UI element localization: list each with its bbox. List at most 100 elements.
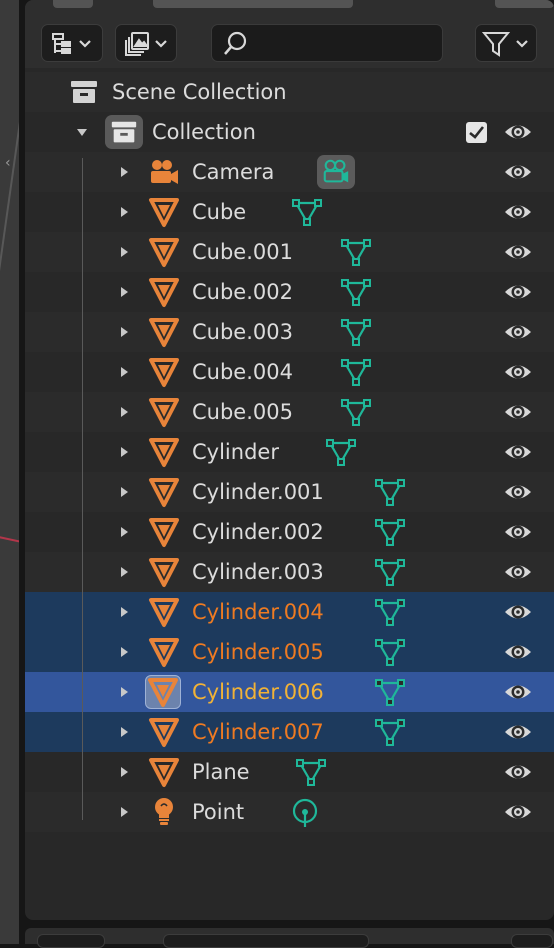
outliner-item-label: Cylinder — [192, 440, 279, 464]
mesh-data-icon[interactable] — [341, 358, 371, 392]
disclosure-collapsed-icon[interactable] — [117, 203, 131, 221]
eye-icon[interactable] — [503, 600, 533, 624]
disclosure-collapsed-icon[interactable] — [117, 643, 131, 661]
mesh-data-icon[interactable] — [296, 758, 326, 792]
exclude-checkbox[interactable] — [466, 122, 487, 143]
outliner-display-mode-icon — [52, 33, 91, 54]
eye-icon[interactable] — [503, 760, 533, 784]
eye-icon[interactable] — [503, 480, 533, 504]
footer-button[interactable] — [511, 934, 553, 948]
scene-collection-row[interactable]: Scene Collection — [25, 72, 554, 112]
eye-icon[interactable] — [503, 520, 533, 544]
filter-dropdown[interactable] — [475, 24, 537, 62]
eye-icon[interactable] — [503, 280, 533, 304]
editor-type-button[interactable] — [37, 934, 105, 948]
display-mode-dropdown[interactable] — [41, 24, 103, 62]
mesh-data-icon[interactable] — [375, 518, 405, 552]
mesh-data-icon[interactable] — [341, 238, 371, 272]
disclosure-collapsed-icon[interactable] — [117, 443, 131, 461]
disclosure-collapsed-icon[interactable] — [117, 723, 131, 741]
mesh-data-icon[interactable] — [341, 318, 371, 352]
mesh-data-icon[interactable] — [375, 678, 405, 712]
outliner-header — [25, 0, 554, 68]
outliner-item-label: Cylinder.003 — [192, 560, 324, 584]
outliner-item-label: Cylinder.004 — [192, 600, 324, 624]
eye-icon[interactable] — [503, 400, 533, 424]
outliner-item-row[interactable]: Cylinder.002 — [25, 512, 554, 552]
mesh-data-icon[interactable] — [375, 638, 405, 672]
mesh-data-icon[interactable] — [326, 438, 356, 472]
outliner-item-row[interactable]: Cube.004 — [25, 352, 554, 392]
disclosure-collapsed-icon[interactable] — [117, 483, 131, 501]
outliner-item-row[interactable]: Cylinder.005 — [25, 632, 554, 672]
disclosure-expanded-icon[interactable] — [75, 123, 89, 141]
chevron-left-icon[interactable]: ‹ — [5, 152, 17, 174]
eye-icon[interactable] — [503, 360, 533, 384]
footer-field[interactable] — [163, 934, 369, 948]
outliner-item-row[interactable]: Cylinder.004 — [25, 592, 554, 632]
mesh-data-icon[interactable] — [375, 558, 405, 592]
outliner-item-row[interactable]: Cylinder.007 — [25, 712, 554, 752]
outliner-item-row[interactable]: Cube — [25, 192, 554, 232]
disclosure-collapsed-icon[interactable] — [117, 563, 131, 581]
mesh-data-icon[interactable] — [375, 718, 405, 752]
mesh-object-icon — [148, 396, 180, 428]
outliner-item-label: Plane — [192, 760, 250, 784]
eye-icon[interactable] — [503, 680, 533, 704]
view-layer-dropdown[interactable] — [115, 24, 177, 62]
camera-data-icon[interactable] — [317, 155, 355, 192]
outliner-item-row[interactable]: Camera — [25, 152, 554, 192]
eye-icon[interactable] — [503, 640, 533, 664]
eye-icon[interactable] — [503, 320, 533, 344]
outliner-item-row[interactable]: Plane — [25, 752, 554, 792]
outliner-item-label: Cylinder.001 — [192, 480, 324, 504]
outliner-item-row[interactable]: Cylinder.001 — [25, 472, 554, 512]
eye-icon[interactable] — [503, 440, 533, 464]
disclosure-collapsed-icon[interactable] — [117, 323, 131, 341]
mesh-data-icon[interactable] — [375, 478, 405, 512]
disclosure-collapsed-icon[interactable] — [117, 163, 131, 181]
outliner-item-label: Cube.004 — [192, 360, 293, 384]
mesh-data-icon[interactable] — [341, 398, 371, 432]
disclosure-collapsed-icon[interactable] — [117, 243, 131, 261]
outliner-item-row[interactable]: Cylinder.006 — [25, 672, 554, 712]
outliner-item-label: Cube.003 — [192, 320, 293, 344]
mesh-data-icon[interactable] — [341, 278, 371, 312]
eye-icon[interactable] — [503, 800, 533, 824]
collection-icon — [111, 121, 137, 143]
outliner-item-row[interactable]: Cube.001 — [25, 232, 554, 272]
eye-icon[interactable] — [503, 720, 533, 744]
disclosure-collapsed-icon[interactable] — [117, 403, 131, 421]
camera-object-icon — [148, 156, 180, 188]
disclosure-collapsed-icon[interactable] — [117, 283, 131, 301]
outliner-item-row[interactable]: Cube.005 — [25, 392, 554, 432]
search-field[interactable] — [211, 24, 443, 62]
disclosure-collapsed-icon[interactable] — [117, 763, 131, 781]
outliner-item-row[interactable]: Point — [25, 792, 554, 832]
outliner-item-row[interactable]: Cylinder.003 — [25, 552, 554, 592]
collection-row[interactable]: Collection — [25, 112, 554, 152]
disclosure-collapsed-icon[interactable] — [117, 803, 131, 821]
light-data-icon[interactable] — [290, 798, 320, 832]
eye-icon[interactable] — [503, 560, 533, 584]
disclosure-collapsed-icon[interactable] — [117, 363, 131, 381]
eye-icon[interactable] — [503, 200, 533, 224]
viewport-grid-line — [0, 120, 19, 280]
eye-icon[interactable] — [503, 160, 533, 184]
outliner-item-row[interactable]: Cube.003 — [25, 312, 554, 352]
eye-icon[interactable] — [503, 240, 533, 264]
disclosure-collapsed-icon[interactable] — [117, 523, 131, 541]
disclosure-collapsed-icon[interactable] — [117, 603, 131, 621]
mesh-object-icon — [148, 636, 180, 668]
mesh-data-icon[interactable] — [375, 598, 405, 632]
mesh-data-icon[interactable] — [292, 198, 322, 232]
outliner-item-row[interactable]: Cylinder — [25, 432, 554, 472]
3d-viewport-edge: ‹ — [0, 0, 19, 944]
outliner-item-row[interactable]: Cube.002 — [25, 272, 554, 312]
outliner-item-label: Cube — [192, 200, 247, 224]
search-input[interactable] — [254, 31, 438, 57]
eye-icon[interactable] — [503, 120, 533, 144]
disclosure-collapsed-icon[interactable] — [117, 683, 131, 701]
outliner-item-label: Cube.001 — [192, 240, 293, 264]
header-tab-stub — [153, 0, 353, 8]
